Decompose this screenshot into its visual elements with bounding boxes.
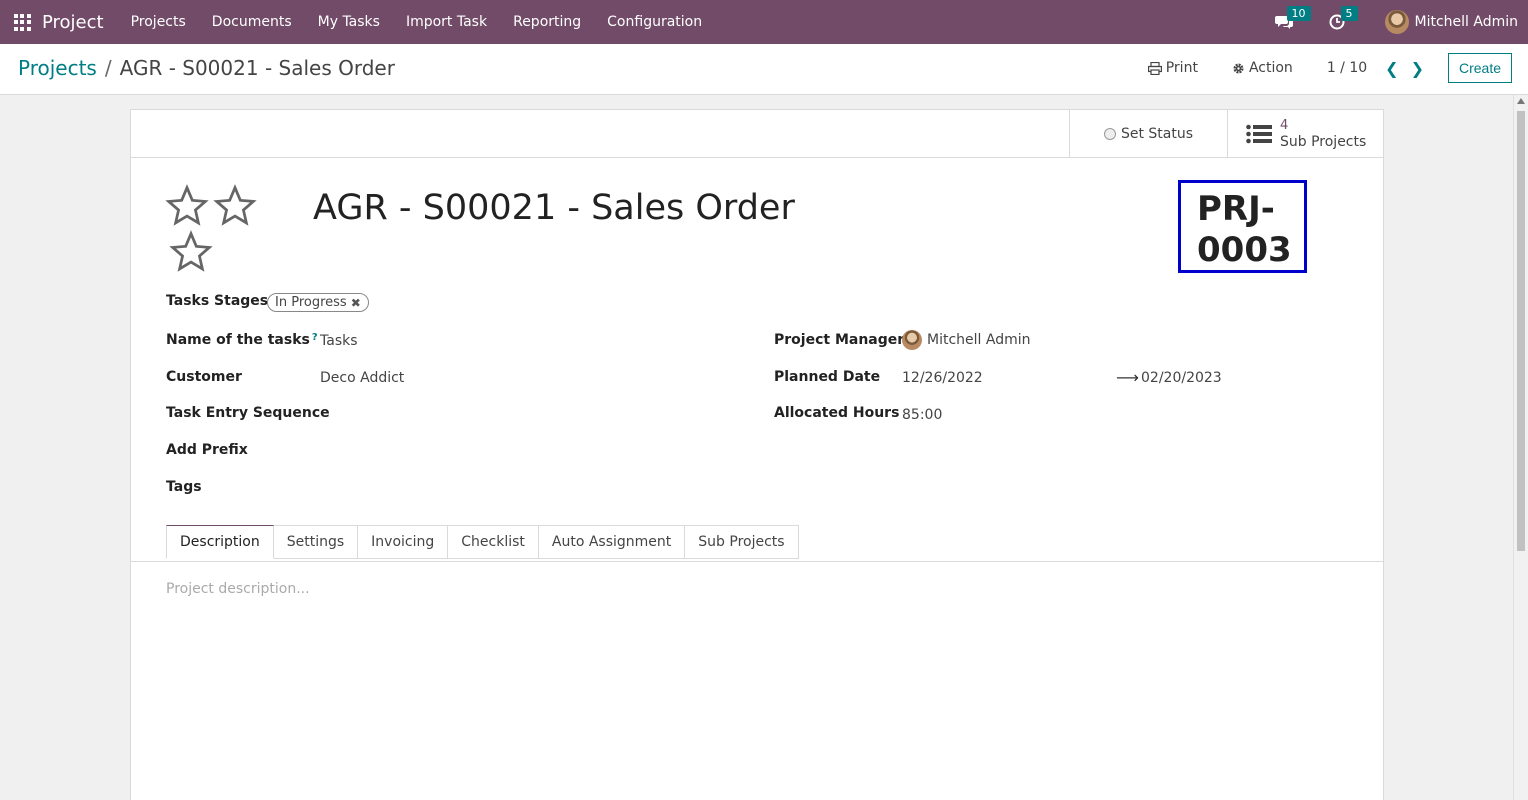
- tags-label: Tags: [166, 479, 202, 495]
- scrollbar-thumb[interactable]: [1517, 111, 1525, 551]
- sub-projects-count: 4: [1280, 118, 1289, 133]
- page-scrollbar[interactable]: [1513, 95, 1528, 800]
- tab-settings[interactable]: Settings: [273, 525, 359, 559]
- messages-button[interactable]: 10: [1274, 6, 1311, 30]
- breadcrumb-projects-link[interactable]: Projects: [18, 56, 97, 80]
- project-reference-line1: PRJ-: [1197, 189, 1275, 229]
- project-manager-name: Mitchell Admin: [927, 332, 1031, 348]
- remove-tag-icon[interactable]: ✖: [351, 296, 361, 310]
- form-sheet: Set Status 4 Sub Projects AGR - S00021 -…: [130, 109, 1384, 800]
- tasks-stage-tag: In Progress ✖: [267, 293, 369, 312]
- print-button[interactable]: Print: [1147, 60, 1198, 76]
- scroll-up-icon[interactable]: [1517, 98, 1525, 104]
- messages-count-badge: 10: [1286, 6, 1311, 21]
- status-radio-icon: [1103, 128, 1116, 140]
- create-button[interactable]: Create: [1447, 53, 1512, 83]
- add-prefix-label: Add Prefix: [166, 442, 248, 458]
- user-menu[interactable]: Mitchell Admin: [1384, 10, 1519, 34]
- planned-date-start-field[interactable]: 12/26/2022: [902, 370, 983, 386]
- tab-invoicing[interactable]: Invoicing: [358, 525, 449, 559]
- tab-sub-projects[interactable]: Sub Projects: [685, 525, 799, 559]
- menu-configuration[interactable]: Configuration: [594, 14, 715, 30]
- print-icon: [1147, 61, 1162, 75]
- user-name: Mitchell Admin: [1414, 14, 1519, 30]
- project-reference: PRJ- 0003: [1178, 180, 1307, 273]
- menu-reporting[interactable]: Reporting: [500, 14, 594, 30]
- set-status-label: Set Status: [1120, 126, 1194, 142]
- activities-count-badge: 5: [1340, 6, 1358, 21]
- activities-button[interactable]: 5: [1329, 6, 1358, 30]
- name-of-tasks-label-text: Name of the tasks: [166, 332, 310, 348]
- print-label: Print: [1165, 60, 1198, 76]
- menu-my-tasks[interactable]: My Tasks: [305, 14, 393, 30]
- star-icon[interactable]: [169, 230, 213, 274]
- sub-projects-smart-button[interactable]: 4 Sub Projects: [1227, 110, 1384, 158]
- pager-previous-icon[interactable]: ❮: [1385, 59, 1398, 78]
- set-status-button[interactable]: Set Status: [1069, 110, 1227, 158]
- customer-field[interactable]: Deco Addict: [320, 370, 404, 386]
- allocated-hours-field[interactable]: 85:00: [902, 407, 942, 423]
- list-icon: [1246, 124, 1272, 144]
- help-icon[interactable]: ?: [312, 332, 318, 343]
- project-reference-line2: 0003: [1197, 230, 1292, 270]
- sub-projects-label: Sub Projects: [1280, 134, 1367, 150]
- menu-import-task[interactable]: Import Task: [393, 14, 500, 30]
- tab-checklist[interactable]: Checklist: [448, 525, 539, 559]
- user-avatar: [1384, 10, 1409, 34]
- planned-date-label: Planned Date: [774, 369, 881, 385]
- planned-date-end-field[interactable]: 02/20/2023: [1141, 370, 1222, 386]
- star-icon[interactable]: [165, 184, 209, 228]
- breadcrumb: Projects / AGR - S00021 - Sales Order: [18, 56, 395, 80]
- tasks-stage-tag-label: In Progress: [275, 295, 347, 310]
- customer-label: Customer: [166, 369, 242, 385]
- task-entry-sequence-label: Task Entry Sequence: [166, 405, 330, 421]
- button-box: Set Status 4 Sub Projects: [131, 110, 1383, 158]
- tab-description[interactable]: Description: [166, 525, 274, 559]
- menu-projects[interactable]: Projects: [118, 14, 199, 30]
- name-of-tasks-label: Name of the tasks?: [166, 332, 318, 348]
- pager-next-icon[interactable]: ❯: [1411, 59, 1424, 78]
- gear-icon: [1233, 62, 1244, 74]
- tab-auto-assignment[interactable]: Auto Assignment: [538, 525, 686, 559]
- name-of-tasks-field[interactable]: Tasks: [320, 333, 358, 349]
- project-manager-label: Project Manager: [774, 332, 905, 348]
- menu-documents[interactable]: Documents: [199, 14, 305, 30]
- control-panel: Projects / AGR - S00021 - Sales Order Pr…: [0, 44, 1528, 95]
- description-editor[interactable]: Project description...: [166, 581, 310, 597]
- project-manager-field[interactable]: Mitchell Admin: [902, 330, 1031, 350]
- star-icon[interactable]: [213, 184, 257, 228]
- manager-avatar: [902, 330, 922, 350]
- top-navbar: Project Projects Documents My Tasks Impo…: [0, 0, 1528, 44]
- allocated-hours-label: Allocated Hours: [774, 405, 900, 421]
- pager-value[interactable]: 1 / 10: [1327, 60, 1367, 76]
- apps-menu-icon[interactable]: [12, 12, 32, 32]
- notebook-tabs: Description Settings Invoicing Checklist…: [166, 525, 799, 559]
- tabs-divider: [131, 561, 1383, 562]
- action-button[interactable]: Action: [1232, 60, 1293, 76]
- app-name[interactable]: Project: [42, 12, 104, 33]
- action-label: Action: [1248, 60, 1293, 76]
- breadcrumb-current: AGR - S00021 - Sales Order: [119, 56, 395, 80]
- breadcrumb-separator: /: [104, 56, 112, 80]
- tasks-stages-label: Tasks Stages: [166, 293, 269, 309]
- arrow-right-icon: ⟶: [1116, 368, 1139, 387]
- project-title[interactable]: AGR - S00021 - Sales Order: [313, 188, 795, 228]
